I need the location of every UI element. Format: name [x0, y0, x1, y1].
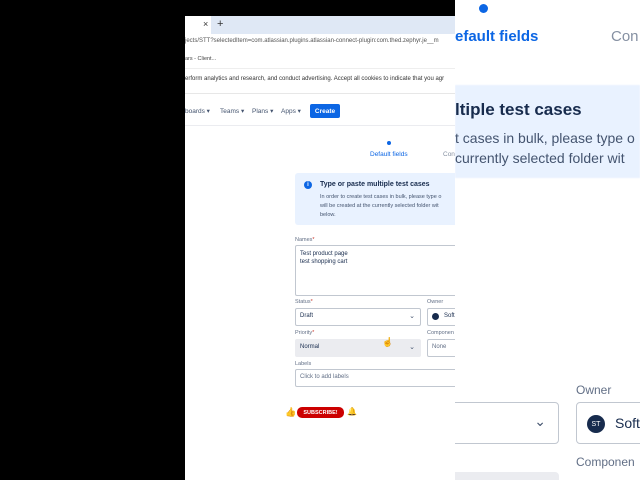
- browser-window: × + jects/STT?selectedItem=com.atlassian…: [185, 0, 455, 480]
- names-line-1[interactable]: Test product page: [300, 251, 348, 257]
- components-label: Componen: [427, 330, 454, 336]
- info-line-2: will be created at the currently selecte…: [320, 203, 439, 209]
- priority-select[interactable]: Normal ⌄: [295, 339, 421, 357]
- names-line-2[interactable]: test shopping cart: [300, 259, 347, 265]
- priority-label: Priority*: [295, 330, 314, 336]
- background-right-zoom: efault fields Con ltiple test cases t ca…: [455, 0, 640, 480]
- subscribe-button[interactable]: SUBSCRIBE!: [297, 407, 344, 418]
- info-title: Type or paste multiple test cases: [320, 181, 430, 188]
- bg-step-active: efault fields: [455, 28, 539, 45]
- step-default-fields[interactable]: Default fields: [370, 151, 408, 158]
- info-panel: i Type or paste multiple test cases In o…: [295, 173, 455, 225]
- bg-owner-value: Soft: [615, 415, 640, 431]
- bg-step-dot: [479, 4, 488, 13]
- labels-input[interactable]: Click to add labels: [295, 369, 455, 387]
- status-value: Draft: [300, 313, 314, 319]
- owner-label: Owner: [427, 299, 444, 305]
- nav-plans[interactable]: Plans ▾: [252, 107, 273, 115]
- close-icon[interactable]: ×: [203, 19, 208, 29]
- names-textarea[interactable]: Test product page test shopping cart: [295, 245, 455, 296]
- top-navigation: boards ▾ Teams ▾ Plans ▾ Apps ▾ Create: [185, 97, 455, 126]
- new-tab-button[interactable]: +: [217, 18, 223, 30]
- required-marker: *: [310, 299, 313, 305]
- names-label: Names*: [295, 237, 315, 243]
- components-select[interactable]: None: [427, 339, 455, 357]
- thumbs-up-icon[interactable]: 👍: [285, 407, 296, 418]
- chevron-down-icon: ⌄: [534, 413, 546, 429]
- bg-owner-label: Owner: [576, 383, 612, 397]
- bg-info-line-1: t cases in bulk, please type o: [455, 130, 635, 146]
- required-marker: *: [312, 330, 315, 336]
- owner-value: Soft: [444, 313, 455, 319]
- avatar: ST: [587, 415, 605, 433]
- status-label-text: Status: [295, 299, 311, 305]
- nav-teams[interactable]: Teams ▾: [220, 107, 244, 115]
- bell-icon[interactable]: 🔔: [347, 407, 357, 416]
- required-marker: *: [312, 237, 315, 243]
- bg-status-select: ⌄: [455, 402, 559, 444]
- browser-tab[interactable]: ×: [185, 16, 211, 34]
- bg-step-next: Con: [611, 28, 639, 45]
- create-button[interactable]: Create: [310, 104, 340, 118]
- chevron-down-icon[interactable]: ⌄: [409, 343, 415, 351]
- components-value: None: [432, 344, 447, 350]
- cookie-banner: erform analytics and research, and condu…: [185, 69, 455, 94]
- bg-info-title: ltiple test cases: [455, 100, 582, 119]
- bg-component-label: Componen: [576, 455, 635, 469]
- owner-select[interactable]: Soft: [427, 308, 455, 326]
- bookmark-item[interactable]: ars - Client...: [185, 56, 216, 62]
- info-icon: i: [304, 181, 312, 189]
- nav-dashboards[interactable]: boards ▾: [185, 107, 210, 115]
- step-next[interactable]: Con: [443, 151, 455, 158]
- mouse-cursor-icon: ☝: [382, 337, 394, 347]
- cookie-banner-text: erform analytics and research, and condu…: [185, 76, 445, 82]
- status-label: Status*: [295, 299, 313, 305]
- address-bar[interactable]: jects/STT?selectedItem=com.atlassian.plu…: [185, 34, 455, 53]
- background-left: [0, 0, 185, 480]
- bg-priority-select: [455, 472, 559, 480]
- chevron-down-icon[interactable]: ⌄: [409, 312, 415, 320]
- status-select[interactable]: Draft ⌄: [295, 308, 421, 326]
- url-text[interactable]: jects/STT?selectedItem=com.atlassian.plu…: [185, 38, 439, 44]
- labels-placeholder[interactable]: Click to add labels: [300, 374, 349, 380]
- bg-owner-select: ST Soft: [576, 402, 640, 444]
- window-top-bar: [185, 0, 455, 16]
- tab-strip: × +: [185, 16, 455, 34]
- priority-label-text: Priority: [295, 330, 313, 336]
- avatar: [432, 313, 439, 320]
- bg-info-line-2: currently selected folder wit: [455, 150, 625, 166]
- step-indicator-dot: [387, 141, 391, 145]
- priority-value: Normal: [300, 344, 320, 350]
- bookmarks-bar: ars - Client...: [185, 52, 455, 69]
- names-label-text: Names: [295, 237, 313, 243]
- info-line-1: In order to create test cases in bulk, p…: [320, 194, 442, 200]
- nav-apps[interactable]: Apps ▾: [281, 107, 301, 115]
- info-line-3: below.: [320, 212, 336, 218]
- labels-label: Labels: [295, 361, 312, 367]
